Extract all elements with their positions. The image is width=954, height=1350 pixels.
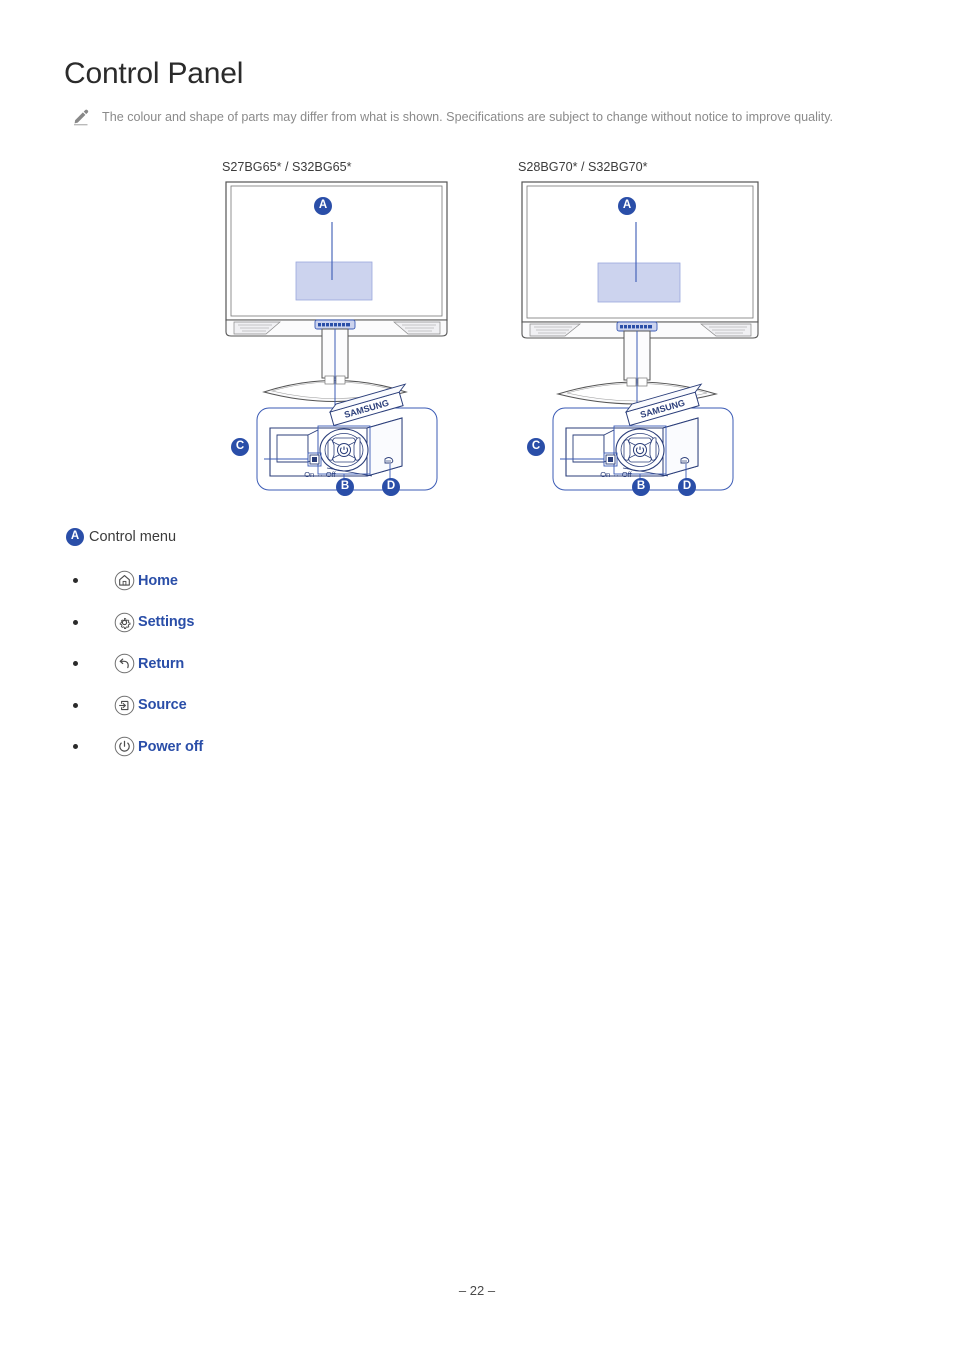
list-bullet bbox=[73, 619, 78, 625]
security-slot bbox=[384, 457, 394, 464]
switch-label: On ↔ Off bbox=[304, 470, 336, 479]
home-icon bbox=[114, 570, 135, 591]
callout-badge-b: B bbox=[336, 478, 354, 496]
list-item-label: Source bbox=[138, 697, 187, 714]
callout-badge-d: D bbox=[678, 478, 696, 496]
list-item-home[interactable]: Home bbox=[66, 560, 486, 602]
list-item-return[interactable]: Return bbox=[66, 643, 486, 685]
joystick-control bbox=[319, 428, 369, 472]
list-bullet bbox=[73, 578, 78, 584]
monitor-illustration-bg70: SAMSUNG On ↔ Off bbox=[521, 181, 759, 496]
figures-row: S27BG65* / S32BG65* SAMSUNG On ↔ Off A C… bbox=[0, 160, 954, 510]
figure-monitor-bg70: S28BG70* / S32BG70* SAMSUNG On ↔ Off A C… bbox=[518, 160, 763, 525]
page-title: Control Panel bbox=[64, 57, 244, 90]
list-item-label: Return bbox=[138, 655, 185, 672]
figure-caption: S28BG70* / S32BG70* bbox=[518, 160, 648, 174]
list-item-label: Power off bbox=[138, 738, 204, 755]
page-number: – 22 – bbox=[458, 1283, 496, 1298]
list-bullet bbox=[73, 744, 78, 750]
power-switch bbox=[309, 454, 320, 465]
source-icon bbox=[114, 695, 135, 716]
callout-badge-a: A bbox=[618, 197, 636, 215]
callout-badge-a-inline: A bbox=[66, 528, 84, 546]
callout-badge-c: C bbox=[231, 438, 249, 456]
callout-badge-d: D bbox=[382, 478, 400, 496]
settings-icon bbox=[114, 612, 135, 633]
control-menu-heading: A Control menu bbox=[66, 528, 176, 546]
callout-badge-b: B bbox=[632, 478, 650, 496]
list-item-power-off[interactable]: Power off bbox=[66, 726, 486, 768]
control-menu-heading-label: Control menu bbox=[89, 529, 177, 545]
list-item-label: Home bbox=[138, 572, 178, 589]
note-text: The colour and shape of parts may differ… bbox=[102, 110, 834, 124]
control-menu-list: Home Settings Return Source Power off bbox=[66, 560, 486, 768]
list-item-settings[interactable]: Settings bbox=[66, 602, 486, 644]
callout-badge-c: C bbox=[527, 438, 545, 456]
security-slot bbox=[680, 457, 690, 464]
pencil-icon bbox=[72, 106, 102, 131]
joystick-control bbox=[615, 428, 665, 472]
list-item-label: Settings bbox=[138, 614, 195, 631]
list-item-source[interactable]: Source bbox=[66, 685, 486, 727]
switch-label: On ↔ Off bbox=[600, 470, 632, 479]
figure-caption: S27BG65* / S32BG65* bbox=[222, 160, 352, 174]
osd-control-menu-area bbox=[295, 261, 373, 301]
callout-badge-a: A bbox=[314, 197, 332, 215]
return-icon bbox=[114, 653, 135, 674]
power-switch bbox=[605, 454, 616, 465]
osd-control-menu-area bbox=[597, 262, 681, 303]
note-block: The colour and shape of parts may differ… bbox=[72, 106, 862, 131]
list-bullet bbox=[73, 661, 78, 667]
monitor-illustration-bg65: SAMSUNG On ↔ Off bbox=[225, 181, 448, 496]
power-off-icon bbox=[114, 736, 135, 757]
list-bullet bbox=[73, 702, 78, 708]
figure-monitor-bg65: S27BG65* / S32BG65* SAMSUNG On ↔ Off A C… bbox=[222, 160, 452, 525]
